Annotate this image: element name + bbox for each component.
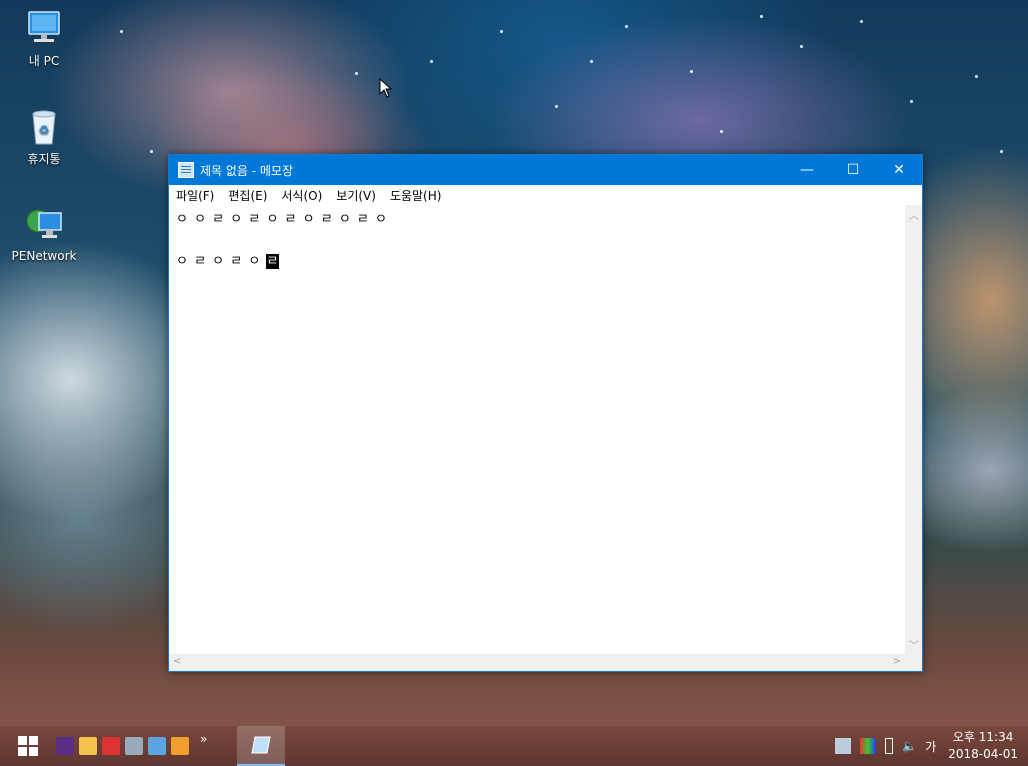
- text-line: ㅇ ㅇ ㄹ ㅇ ㄹ ㅇ ㄹ ㅇ ㄹ ㅇ ㄹ ㅇ: [176, 212, 388, 227]
- menu-edit[interactable]: 편집(E): [228, 187, 267, 204]
- network-icon: [24, 205, 64, 245]
- clock-date: 2018-04-01: [948, 747, 1018, 761]
- windows-start-icon: [18, 736, 38, 756]
- menu-bar: 파일(F) 편집(E) 서식(O) 보기(V) 도움말(H): [169, 185, 922, 205]
- system-tray: 🔈 가 오후 11:34 2018-04-01: [835, 726, 1028, 766]
- display-icon[interactable]: [860, 738, 877, 754]
- star: [150, 150, 153, 153]
- quicklaunch-app-icon[interactable]: [56, 737, 74, 755]
- network-icon[interactable]: [835, 738, 852, 754]
- star: [120, 30, 123, 33]
- quicklaunch-app-icon[interactable]: [79, 737, 97, 755]
- pencil-icon[interactable]: [171, 737, 189, 755]
- vertical-scrollbar[interactable]: ︿ ﹀: [905, 205, 922, 654]
- scroll-down-icon[interactable]: ﹀: [909, 637, 919, 652]
- menu-view[interactable]: 보기(V): [336, 187, 376, 204]
- quicklaunch-app-icon[interactable]: [102, 737, 120, 755]
- menu-file[interactable]: 파일(F): [176, 187, 214, 204]
- star: [1000, 150, 1003, 153]
- notepad-window[interactable]: 제목 없음 - 메모장 — ☐ ✕ 파일(F) 편집(E) 서식(O) 보기(V…: [168, 154, 923, 672]
- close-button[interactable]: ✕: [876, 155, 922, 185]
- window-title: 제목 없음 - 메모장: [200, 163, 294, 178]
- clock-time: 오후 11:34: [952, 730, 1014, 744]
- quicklaunch-app-icon[interactable]: [125, 737, 143, 755]
- star: [975, 75, 978, 78]
- star: [430, 60, 433, 63]
- star: [720, 130, 723, 133]
- svg-text:♻: ♻: [39, 123, 50, 137]
- volume-icon[interactable]: 🔈: [902, 739, 917, 753]
- desktop-icon-recycle-bin[interactable]: ♻ 휴지통: [10, 106, 78, 167]
- quicklaunch-more[interactable]: »: [200, 732, 207, 746]
- text-line: [176, 230, 905, 251]
- selected-text: ㄹ: [266, 254, 280, 269]
- start-button[interactable]: [0, 726, 56, 766]
- text-line-content: ㅇ ㄹ ㅇ ㄹ ㅇ: [176, 254, 267, 269]
- star: [625, 25, 628, 28]
- star: [590, 60, 593, 63]
- scroll-up-icon[interactable]: ︿: [909, 207, 919, 222]
- usb-icon[interactable]: [885, 738, 894, 754]
- star: [555, 105, 558, 108]
- maximize-button[interactable]: ☐: [830, 155, 876, 185]
- notepad-icon: [178, 162, 194, 178]
- scroll-right-icon[interactable]: >: [893, 656, 901, 667]
- star: [500, 30, 503, 33]
- star: [355, 72, 358, 75]
- menu-help[interactable]: 도움말(H): [390, 187, 442, 204]
- ime-indicator[interactable]: 가: [925, 738, 936, 755]
- clock[interactable]: 오후 11:34 2018-04-01: [948, 729, 1018, 763]
- star: [800, 45, 803, 48]
- desktop-icon-label: 휴지통: [27, 152, 61, 166]
- title-bar[interactable]: 제목 없음 - 메모장 — ☐ ✕: [169, 155, 922, 185]
- star: [860, 20, 863, 23]
- taskbar: » 🔈 가 오후 11:34 2018-04-01: [0, 726, 1028, 766]
- desktop-icon-label: PENetwork: [11, 249, 77, 263]
- resize-grip[interactable]: [905, 654, 922, 671]
- star: [910, 100, 913, 103]
- horizontal-scrollbar[interactable]: < >: [169, 654, 905, 671]
- computer-icon: [24, 8, 64, 48]
- taskbar-notepad-button[interactable]: [237, 726, 285, 766]
- star: [760, 15, 763, 18]
- minimize-button[interactable]: —: [784, 155, 830, 185]
- scroll-left-icon[interactable]: <: [173, 656, 181, 667]
- text-editor-area[interactable]: ㅇ ㅇ ㄹ ㅇ ㄹ ㅇ ㄹ ㅇ ㄹ ㅇ ㄹ ㅇ ㅇ ㄹ ㅇ ㄹ ㅇ ㄹ: [169, 205, 905, 654]
- star: [690, 70, 693, 73]
- desktop-icon-label: 내 PC: [28, 54, 60, 68]
- desktop-icon-my-pc[interactable]: 내 PC: [10, 8, 78, 69]
- desktop-icon-penetwork[interactable]: PENetwork: [10, 205, 78, 263]
- quicklaunch-app-icon[interactable]: [148, 737, 166, 755]
- mouse-cursor-icon: [379, 78, 393, 98]
- notepad-icon: [251, 736, 271, 754]
- menu-format[interactable]: 서식(O): [281, 187, 322, 204]
- text-line: ㅇ ㄹ ㅇ ㄹ ㅇ ㄹ: [176, 251, 905, 272]
- recycle-bin-icon: ♻: [24, 106, 64, 146]
